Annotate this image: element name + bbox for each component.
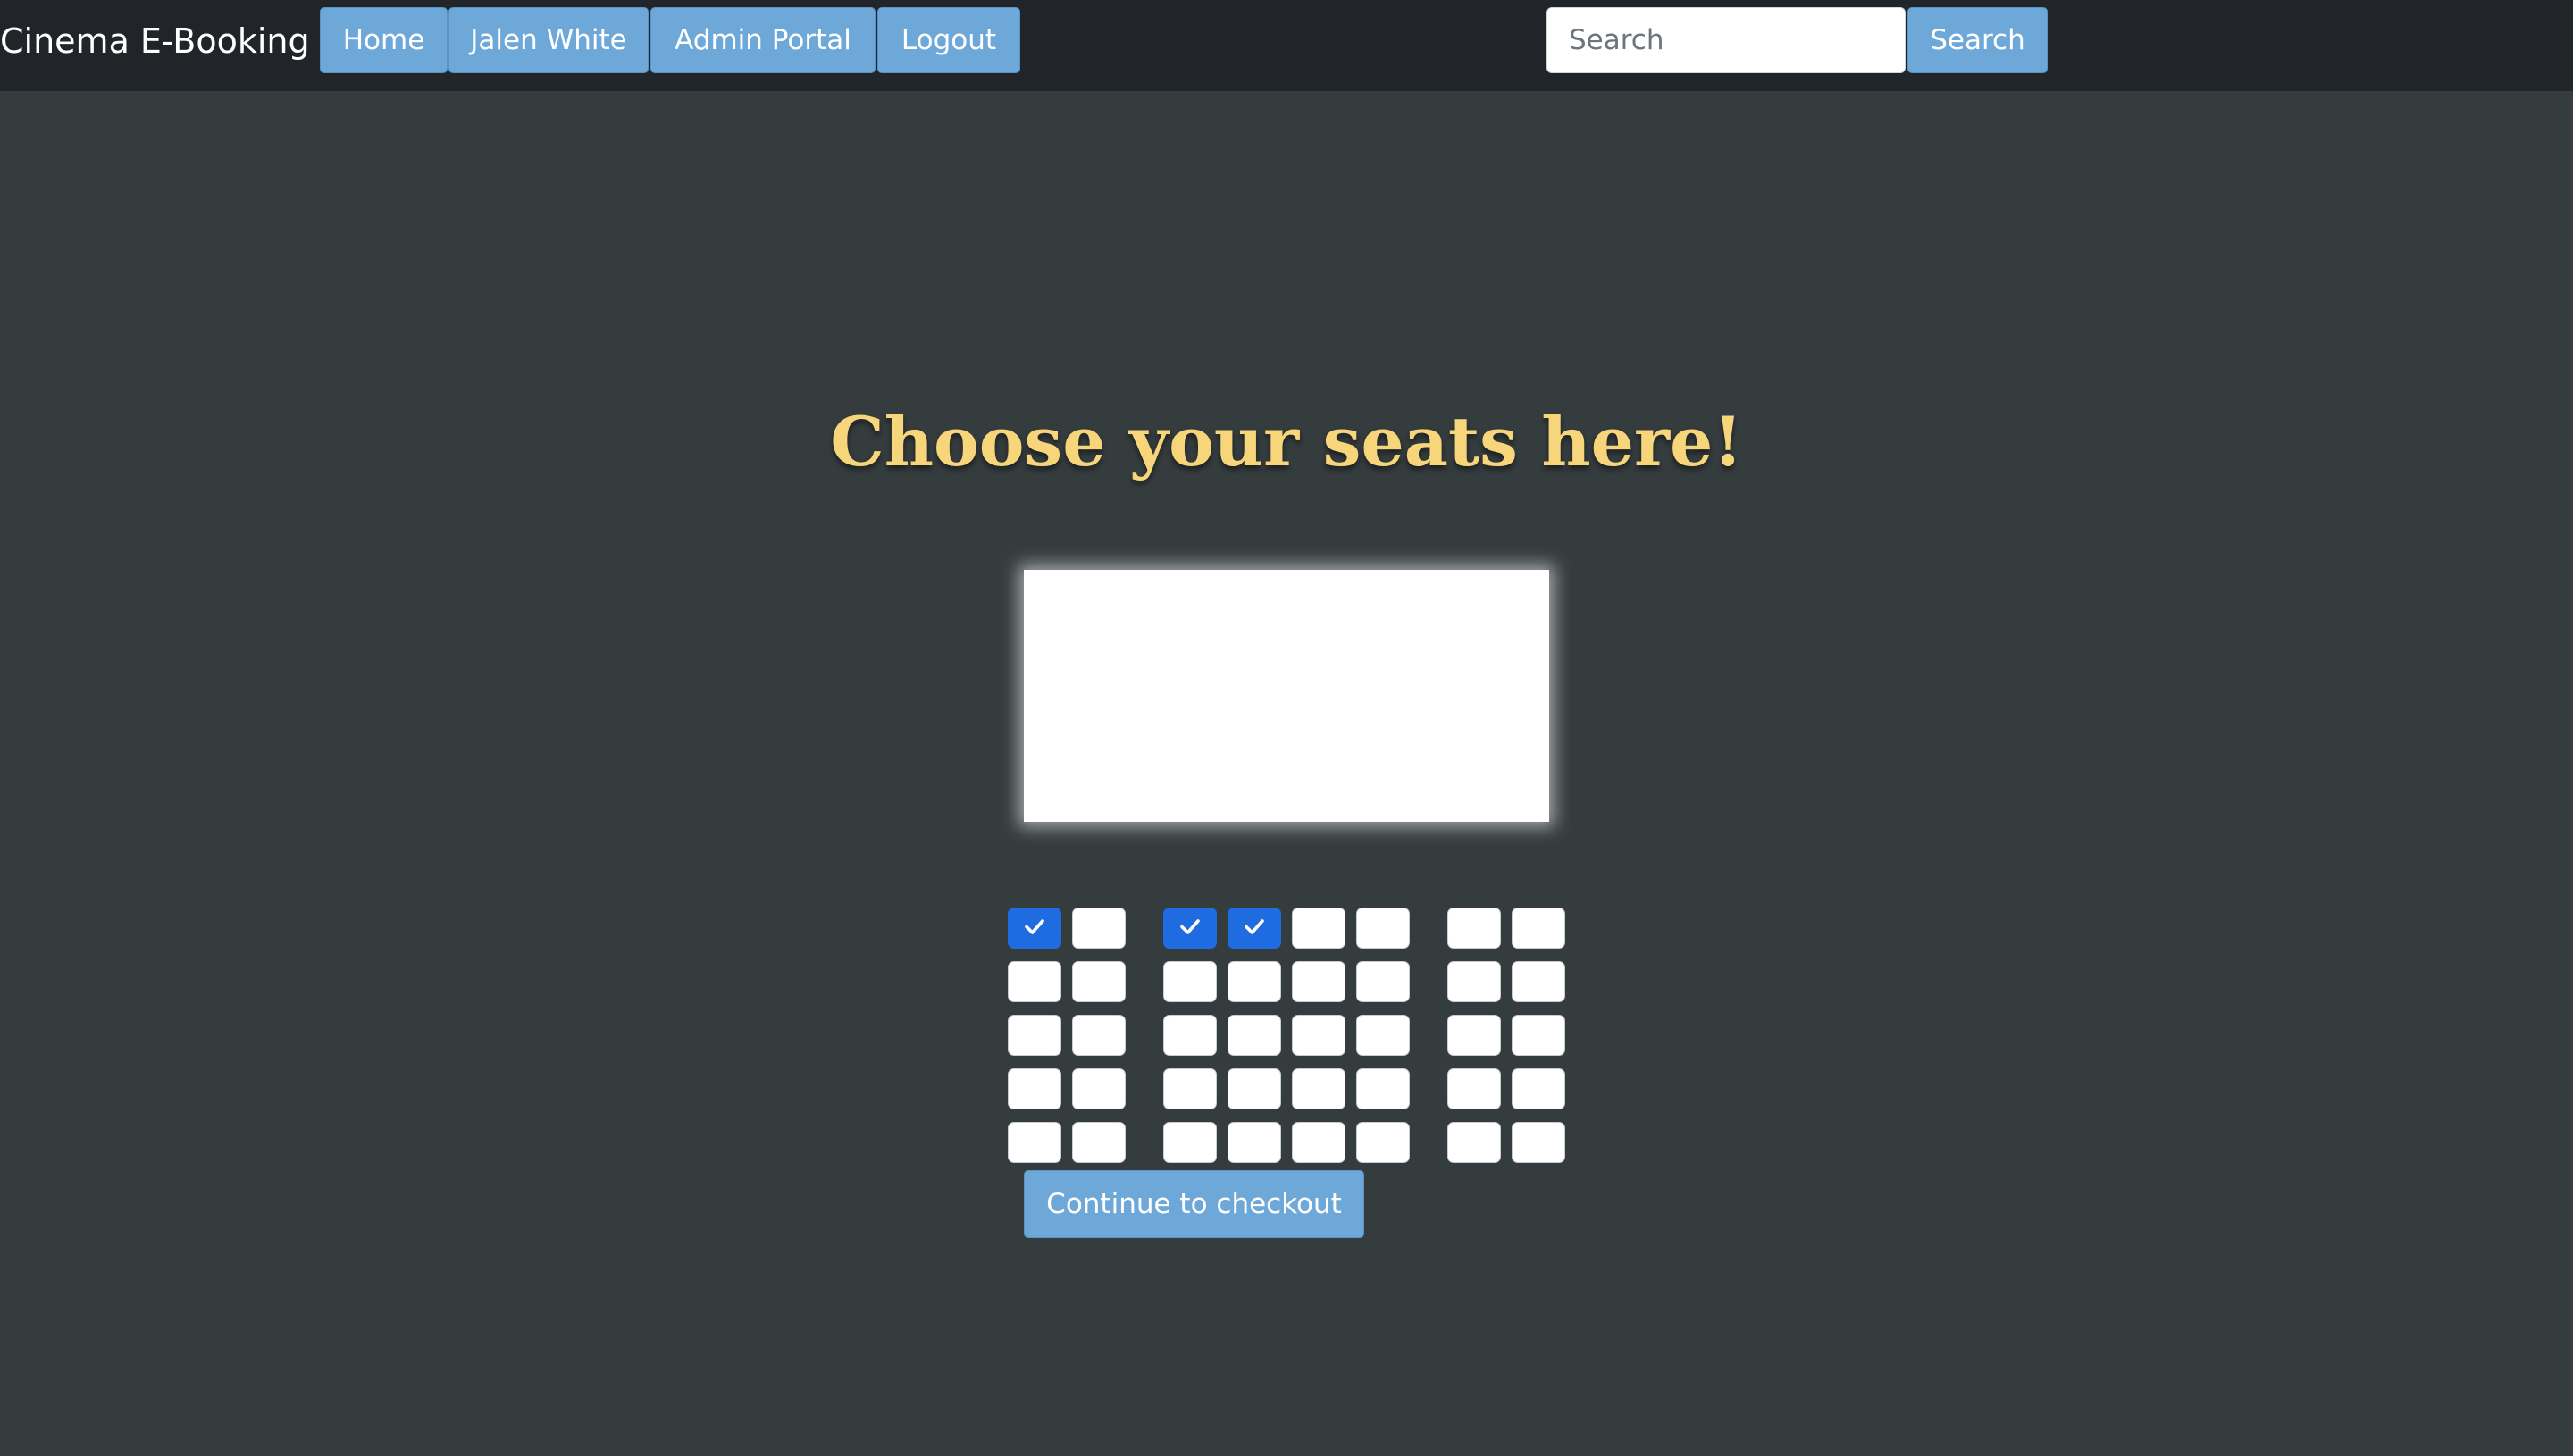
seat-checkbox[interactable] — [1512, 1068, 1565, 1109]
seat-checkbox[interactable] — [1072, 1015, 1126, 1056]
check-icon — [1245, 919, 1264, 934]
seat-checkbox[interactable] — [1008, 1122, 1061, 1163]
brand-title[interactable]: Cinema E-Booking — [0, 18, 310, 64]
nav-logout-button[interactable]: Logout — [877, 7, 1020, 73]
seat-checkbox[interactable] — [1447, 1068, 1501, 1109]
nav-user-button[interactable]: Jalen White — [448, 7, 649, 73]
seat-checkbox[interactable] — [1163, 908, 1217, 949]
seat-checkbox[interactable] — [1512, 1122, 1565, 1163]
seat-checkbox[interactable] — [1292, 1122, 1345, 1163]
seat-checkbox[interactable] — [1228, 1122, 1281, 1163]
seat-checkbox[interactable] — [1512, 908, 1565, 949]
seat-checkbox[interactable] — [1228, 961, 1281, 1002]
seat-checkbox[interactable] — [1292, 1015, 1345, 1056]
seat-checkbox[interactable] — [1356, 961, 1410, 1002]
search-input[interactable] — [1546, 7, 1906, 73]
seat-checkbox[interactable] — [1292, 1068, 1345, 1109]
seat-checkbox[interactable] — [1072, 961, 1126, 1002]
search-button[interactable]: Search — [1907, 7, 2048, 73]
seat-checkbox[interactable] — [1163, 1068, 1217, 1109]
continue-to-checkout-button[interactable]: Continue to checkout — [1024, 1170, 1364, 1238]
seat-checkbox[interactable] — [1356, 1015, 1410, 1056]
seat-checkbox[interactable] — [1228, 1015, 1281, 1056]
seat-checkbox[interactable] — [1447, 1122, 1501, 1163]
seat-checkbox[interactable] — [1228, 908, 1281, 949]
check-icon — [1025, 919, 1044, 934]
nav-admin-portal-button[interactable]: Admin Portal — [650, 7, 876, 73]
seat-checkbox[interactable] — [1072, 1122, 1126, 1163]
seat-checkbox[interactable] — [1512, 961, 1565, 1002]
seat-checkbox[interactable] — [1447, 961, 1501, 1002]
seat-checkbox[interactable] — [1163, 961, 1217, 1002]
seat-checkbox[interactable] — [1447, 908, 1501, 949]
seat-checkbox[interactable] — [1163, 1015, 1217, 1056]
seat-checkbox[interactable] — [1292, 961, 1345, 1002]
cinema-screen — [1024, 570, 1549, 822]
seat-checkbox[interactable] — [1356, 1122, 1410, 1163]
seat-checkbox[interactable] — [1072, 908, 1126, 949]
nav-home-button[interactable]: Home — [320, 7, 448, 73]
seat-checkbox[interactable] — [1008, 908, 1061, 949]
page-title: Choose your seats here! — [830, 402, 1743, 481]
seat-checkbox[interactable] — [1228, 1068, 1281, 1109]
seat-checkbox[interactable] — [1356, 908, 1410, 949]
seat-checkbox[interactable] — [1292, 908, 1345, 949]
seat-checkbox[interactable] — [1008, 1068, 1061, 1109]
check-icon — [1180, 919, 1200, 934]
seat-checkbox[interactable] — [1008, 961, 1061, 1002]
seat-checkbox[interactable] — [1072, 1068, 1126, 1109]
seat-checkbox[interactable] — [1008, 1015, 1061, 1056]
seat-checkbox[interactable] — [1356, 1068, 1410, 1109]
seat-checkbox[interactable] — [1163, 1122, 1217, 1163]
seat-checkbox[interactable] — [1512, 1015, 1565, 1056]
seat-checkbox[interactable] — [1447, 1015, 1501, 1056]
navbar: Cinema E-Booking Home Jalen White Admin … — [0, 0, 2573, 91]
